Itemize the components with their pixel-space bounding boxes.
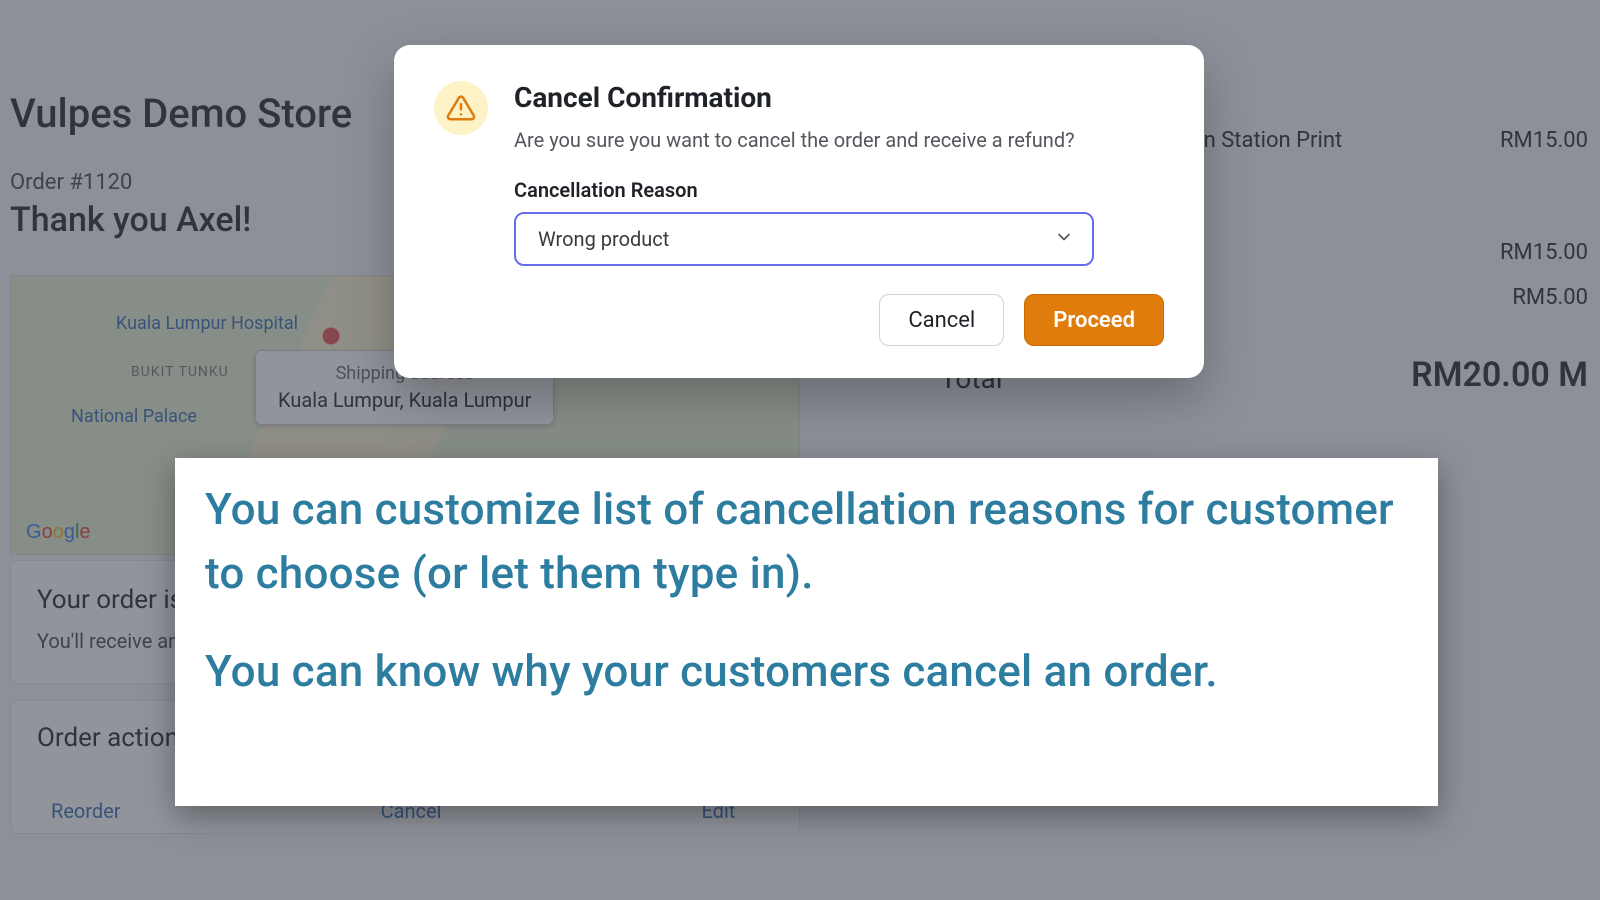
cancel-button[interactable]: Cancel — [879, 294, 1004, 346]
modal-title: Cancel Confirmation — [514, 81, 1164, 114]
proceed-button[interactable]: Proceed — [1024, 294, 1164, 346]
chevron-down-icon — [1054, 227, 1074, 251]
cancellation-reason-label: Cancellation Reason — [514, 178, 1164, 202]
caption-line-1: You can customize list of cancellation r… — [205, 478, 1408, 606]
caption-line-2: You can know why your customers cancel a… — [205, 640, 1408, 704]
warning-icon — [434, 81, 488, 135]
cancellation-reason-selected: Wrong product — [538, 227, 669, 251]
cancel-confirmation-modal: Cancel Confirmation Are you sure you wan… — [394, 45, 1204, 378]
modal-subtitle: Are you sure you want to cancel the orde… — [514, 128, 1164, 152]
marketing-caption-card: You can customize list of cancellation r… — [175, 458, 1438, 806]
cancellation-reason-select[interactable]: Wrong product — [514, 212, 1094, 266]
